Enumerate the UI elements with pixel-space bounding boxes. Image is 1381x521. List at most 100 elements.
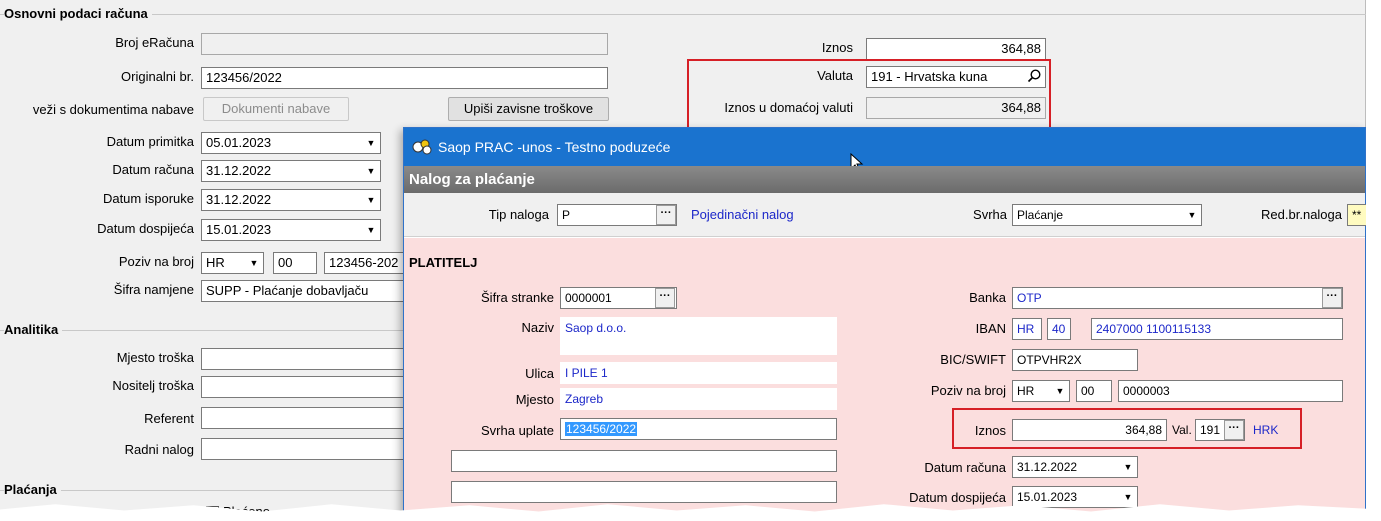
chevron-down-icon[interactable]: ▼ bbox=[1183, 205, 1201, 225]
label-ulica: Ulica bbox=[525, 366, 554, 381]
upisi-troskove-button[interactable]: Upiši zavisne troškove bbox=[448, 97, 609, 121]
label-naziv: Naziv bbox=[521, 320, 554, 335]
originalni-br-field[interactable]: 123456/2022 bbox=[201, 67, 608, 89]
iban-account-field[interactable]: 2407000 1100115133 bbox=[1091, 318, 1343, 340]
poziv-part2-field[interactable]: 123456-202 bbox=[324, 252, 404, 274]
extra-line-2-field[interactable] bbox=[451, 481, 837, 503]
poziv-model-value: HR bbox=[1017, 384, 1035, 398]
datum-primitka-field[interactable]: 05.01.2023 ▼ bbox=[201, 132, 381, 154]
label-bic: BIC/SWIFT bbox=[940, 352, 1006, 367]
radni-nalog-field[interactable] bbox=[201, 438, 404, 460]
chevron-down-icon[interactable]: ▼ bbox=[245, 253, 263, 273]
naziv-field[interactable]: Saop d.o.o. bbox=[560, 317, 837, 355]
label-originalni-br: Originalni br. bbox=[121, 69, 194, 84]
payment-order-dialog: Saop PRAC -unos - Testno poduzeće Nalog … bbox=[403, 127, 1377, 521]
poziv-part1-field[interactable]: 00 bbox=[1076, 380, 1112, 402]
datum-primitka-value: 05.01.2023 bbox=[206, 135, 272, 150]
label-mjesto: Mjesto bbox=[515, 392, 554, 407]
label-datum-racuna: Datum računa bbox=[112, 162, 194, 177]
label-broj-eracuna: Broj eRačuna bbox=[115, 35, 194, 50]
ulica-field[interactable]: I PILE 1 bbox=[560, 362, 837, 384]
ellipsis-icon[interactable]: ··· bbox=[1322, 288, 1342, 308]
sifra-namjene-field[interactable]: SUPP - Plaćanje dobavljaču bbox=[201, 280, 404, 302]
banka-field[interactable]: OTP bbox=[1012, 287, 1343, 309]
poziv-model-value: HR bbox=[206, 255, 225, 270]
label-veza-nabave: veži s dokumentima nabave bbox=[32, 102, 194, 117]
section-title-placanja: Plaćanja bbox=[4, 482, 61, 497]
label-tip-naloga: Tip naloga bbox=[488, 207, 549, 222]
platitelj-panel: PLATITELJ Šifra stranke 0000001 ··· Nazi… bbox=[404, 238, 1365, 521]
label-nositelj-troska: Nositelj troška bbox=[112, 378, 194, 393]
label-svrha: Svrha bbox=[973, 207, 1007, 222]
chevron-down-icon[interactable]: ▼ bbox=[362, 161, 380, 181]
label-mjesto-troska: Mjesto troška bbox=[116, 350, 194, 365]
label-datum-dospijeca-dlg: Datum dospijeća bbox=[909, 490, 1006, 505]
section-divider bbox=[0, 14, 1366, 15]
datum-dospijeca-dlg-field[interactable]: 15.01.2023 ▼ bbox=[1012, 486, 1138, 508]
datum-racuna-value: 31.12.2022 bbox=[206, 163, 272, 178]
platitelj-heading: PLATITELJ bbox=[409, 255, 478, 270]
broj-eracuna-field[interactable] bbox=[201, 33, 608, 55]
chevron-down-icon[interactable]: ▼ bbox=[1051, 381, 1069, 401]
svrha-uplate-field[interactable]: 123456/2022 bbox=[560, 418, 837, 440]
svrha-uplate-value: 123456/2022 bbox=[565, 422, 638, 436]
dialog-header: Nalog za plaćanje bbox=[404, 166, 1365, 193]
section-title-osnovni: Osnovni podaci računa bbox=[4, 6, 152, 21]
label-red-br: Red.br.naloga bbox=[1261, 207, 1342, 222]
label-radni-nalog: Radni nalog bbox=[124, 442, 194, 457]
extra-line-1-field[interactable] bbox=[451, 450, 837, 472]
datum-isporuke-field[interactable]: 31.12.2022 ▼ bbox=[201, 189, 381, 211]
poziv-part1-field[interactable]: 00 bbox=[273, 252, 317, 274]
dokumenti-nabave-button[interactable]: Dokumenti nabave bbox=[203, 97, 349, 121]
ellipsis-icon[interactable]: ··· bbox=[656, 205, 676, 225]
datum-racuna-dlg-field[interactable]: 31.12.2022 ▼ bbox=[1012, 456, 1138, 478]
highlight-box bbox=[687, 59, 1051, 131]
datum-dospijeca-dlg-value: 15.01.2023 bbox=[1017, 490, 1078, 504]
tip-naloga-desc: Pojedinačni nalog bbox=[691, 207, 794, 222]
poziv-model-select[interactable]: HR ▼ bbox=[1012, 380, 1070, 402]
datum-dospijeca-field[interactable]: 15.01.2023 ▼ bbox=[201, 219, 381, 241]
label-svrha-uplate: Svrha uplate bbox=[481, 423, 554, 438]
chevron-down-icon[interactable]: ▼ bbox=[362, 133, 380, 153]
page-edge bbox=[1366, 0, 1381, 521]
datum-racuna-field[interactable]: 31.12.2022 ▼ bbox=[201, 160, 381, 182]
referent-field[interactable] bbox=[201, 407, 404, 429]
mjesto-field[interactable]: Zagreb bbox=[560, 388, 837, 410]
label-iban: IBAN bbox=[975, 321, 1006, 336]
label-referent: Referent bbox=[144, 411, 194, 426]
iban-country-field[interactable]: HR bbox=[1012, 318, 1042, 340]
poziv-model-select[interactable]: HR ▼ bbox=[201, 252, 264, 274]
main-window: Osnovni podaci računa Broj eRačuna Origi… bbox=[0, 0, 1377, 521]
app-logo-icon bbox=[412, 138, 434, 159]
datum-dospijeca-value: 15.01.2023 bbox=[206, 222, 272, 237]
datum-isporuke-value: 31.12.2022 bbox=[206, 192, 272, 207]
mjesto-troska-field[interactable] bbox=[201, 348, 404, 370]
chevron-down-icon[interactable]: ▼ bbox=[1119, 457, 1137, 477]
iznos-field[interactable]: 364,88 bbox=[866, 38, 1046, 60]
label-banka: Banka bbox=[969, 290, 1006, 305]
label-sifra-stranke: Šifra stranke bbox=[481, 290, 554, 305]
dialog-title: Saop PRAC -unos - Testno poduzeće bbox=[438, 139, 671, 155]
chevron-down-icon[interactable]: ▼ bbox=[362, 220, 380, 240]
highlight-box bbox=[952, 408, 1302, 449]
dialog-titlebar[interactable]: Saop PRAC -unos - Testno poduzeće bbox=[404, 128, 1365, 166]
label-datum-dospijeca: Datum dospijeća bbox=[97, 221, 194, 236]
dialog-topbar: Tip naloga P ··· Pojedinačni nalog Svrha… bbox=[404, 193, 1377, 237]
label-datum-racuna-dlg: Datum računa bbox=[924, 460, 1006, 475]
label-poziv: Poziv na broj bbox=[930, 383, 1006, 398]
bic-field[interactable]: OTPVHR2X bbox=[1012, 349, 1138, 371]
nositelj-troska-field[interactable] bbox=[201, 376, 404, 398]
svrha-select[interactable]: Plaćanje ▼ bbox=[1012, 204, 1202, 226]
label-poziv-na-broj: Poziv na broj bbox=[118, 254, 194, 269]
datum-racuna-dlg-value: 31.12.2022 bbox=[1017, 460, 1078, 474]
ellipsis-icon[interactable]: ··· bbox=[655, 288, 675, 308]
label-datum-primitka: Datum primitka bbox=[106, 134, 194, 149]
chevron-down-icon[interactable]: ▼ bbox=[1119, 487, 1137, 507]
chevron-down-icon[interactable]: ▼ bbox=[362, 190, 380, 210]
section-title-analitika: Analitika bbox=[4, 322, 63, 337]
label-iznos: Iznos bbox=[821, 40, 853, 55]
poziv-part2-field[interactable]: 0000003 bbox=[1118, 380, 1343, 402]
label-sifra-namjene: Šifra namjene bbox=[113, 282, 194, 297]
svrha-value: Plaćanje bbox=[1017, 208, 1064, 222]
iban-check-field[interactable]: 40 bbox=[1047, 318, 1071, 340]
